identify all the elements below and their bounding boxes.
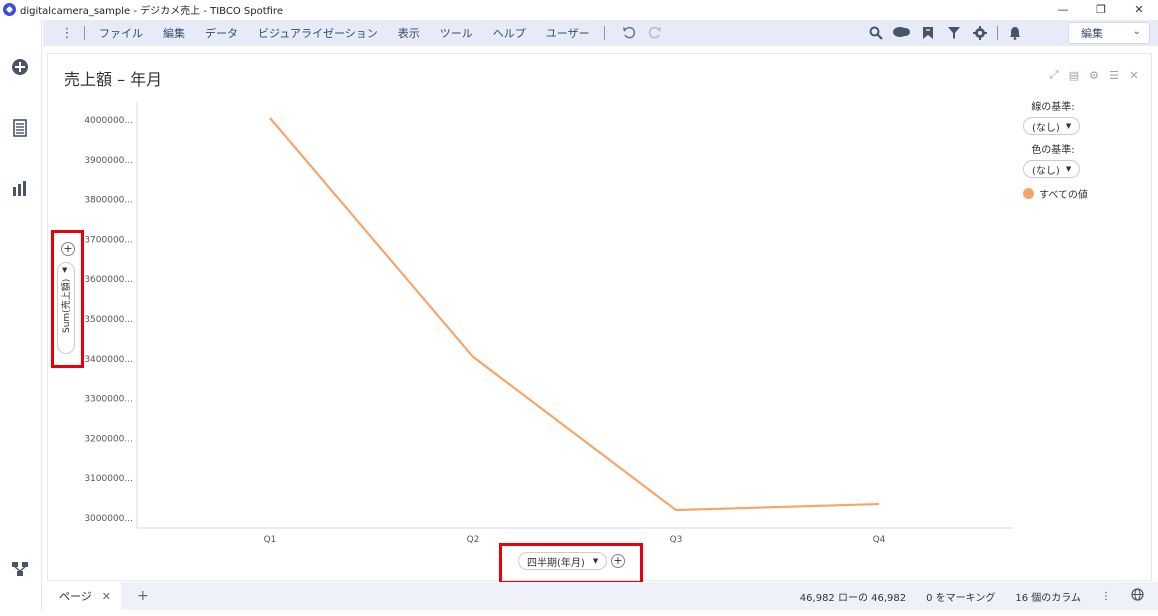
x-tick-label: Q1 [264,535,277,545]
y-tick-label: 3900000... [84,156,133,166]
status-more-icon[interactable]: ⋮ [1101,591,1111,602]
page-tab-label: ページ [59,590,92,603]
menu-edit[interactable]: 編集 [153,25,195,41]
close-page-icon[interactable]: ✕ [102,590,111,603]
window-title: digitalcamera_sample - デジカメ売上 - TIBCO Sp… [20,6,283,17]
filter-icon[interactable] [944,23,964,43]
search-icon[interactable] [866,23,886,43]
column-count: 16 個のカラム [1015,592,1081,604]
spotfire-logo-icon [3,3,16,16]
redo-icon[interactable] [645,23,665,43]
row-count: 46,982 ローの 46,982 [799,592,907,604]
y-tick-label: 3800000... [84,196,133,206]
more-options-icon[interactable]: ⋮ [57,23,77,43]
menu-divider [84,26,85,40]
data-point[interactable] [470,354,476,360]
visualization-panel: 売上額 – 年月 ⤢ ▤ ⚙ ☰ ✕ 4000000... 3900000... 3… [47,53,1152,581]
menu-help[interactable]: ヘルプ [483,25,536,41]
status-info: 46,982 ローの 46,982 0 をマーキング 16 個のカラム ⋮ [800,582,1158,610]
bottom-strip [0,610,1158,616]
y-tick-label: 3000000... [84,514,133,524]
legend-entry-label: すべての値 [1039,190,1088,201]
y-tick-label: 3700000... [84,235,133,245]
dropdown-arrow-icon: ▼ [1065,122,1072,130]
y-tick-label: 3100000... [84,474,133,484]
menu-data[interactable]: データ [195,25,248,41]
menu-view[interactable]: 表示 [388,25,430,41]
data-point[interactable] [673,507,679,513]
y-tick-label: 3300000... [84,395,133,405]
x-tick-label: Q4 [873,535,886,545]
y-tick-label: 4000000... [84,116,133,126]
line-chart[interactable]: 4000000... 3900000... 3800000... 3700000...… [48,54,1153,582]
data-table-icon[interactable] [11,119,29,137]
color-by-selector[interactable]: (なし) ▼ [1023,160,1081,178]
menu-user[interactable]: ユーザー [536,25,600,41]
color-by-value: (なし) [1032,165,1060,177]
menu-visualization[interactable]: ビジュアライゼーション [248,25,388,41]
data-point[interactable] [876,501,882,507]
left-sidebar [0,19,42,616]
notification-bell-icon[interactable] [1005,23,1025,43]
window-controls: — ❐ ✕ [1044,0,1158,19]
hierarchy-icon[interactable] [11,560,29,578]
restore-button[interactable]: ❐ [1082,0,1120,19]
add-data-icon[interactable] [11,58,29,76]
legend-entry[interactable]: すべての値 [1023,186,1143,201]
highlight-box-x-axis [499,543,643,584]
series-line[interactable] [269,117,880,512]
close-window-button[interactable]: ✕ [1120,0,1158,19]
legend-swatch [1023,188,1034,199]
legend: 線の基準: (なし) ▼ 色の基準: (なし) ▼ すべての値 [1023,98,1143,201]
menu-tools[interactable]: ツール [430,25,483,41]
collaboration-icon[interactable] [892,23,912,43]
menu-divider [603,26,605,40]
legend-line-by-label: 線の基準: [1031,102,1075,113]
page-tab[interactable]: ページ ✕ [43,582,121,610]
data-point[interactable] [267,115,273,121]
bookmark-icon[interactable] [918,23,938,43]
legend-color-by-label: 色の基準: [1031,145,1075,156]
menu-file[interactable]: ファイル [89,25,153,41]
highlight-box-y-axis [51,230,84,368]
dropdown-arrow-icon: ▼ [1065,165,1072,173]
x-tick-label: Q3 [670,535,683,545]
line-by-selector[interactable]: (なし) ▼ [1023,117,1081,135]
y-tick-label: 3400000... [84,355,133,365]
marking-count: 0 をマーキング [926,592,996,604]
chevron-down-icon: ⌄ [1132,26,1141,37]
y-tick-label: 3600000... [84,275,133,285]
status-bar: ページ ✕ + 46,982 ローの 46,982 0 をマーキング 16 個の… [43,582,1158,610]
window-titlebar: digitalcamera_sample - デジカメ売上 - TIBCO Sp… [0,0,1158,19]
x-tick-label: Q2 [467,535,480,545]
menu-divider [997,26,998,40]
edit-mode-value: 編集 [1081,27,1103,40]
bar-chart-icon[interactable] [11,179,29,197]
undo-icon[interactable] [619,23,639,43]
globe-icon[interactable] [1131,588,1144,604]
add-page-icon[interactable]: + [137,588,149,604]
y-tick-label: 3200000... [84,434,133,444]
settings-gear-icon[interactable] [970,23,990,43]
edit-mode-select[interactable]: 編集 ⌄ [1068,22,1150,44]
menu-bar: ⋮ ファイル 編集 データ ビジュアライゼーション 表示 ツール ヘルプ ユーザ… [43,20,1158,46]
y-tick-label: 3500000... [84,315,133,325]
line-by-value: (なし) [1032,122,1060,134]
minimize-button[interactable]: — [1044,0,1082,19]
